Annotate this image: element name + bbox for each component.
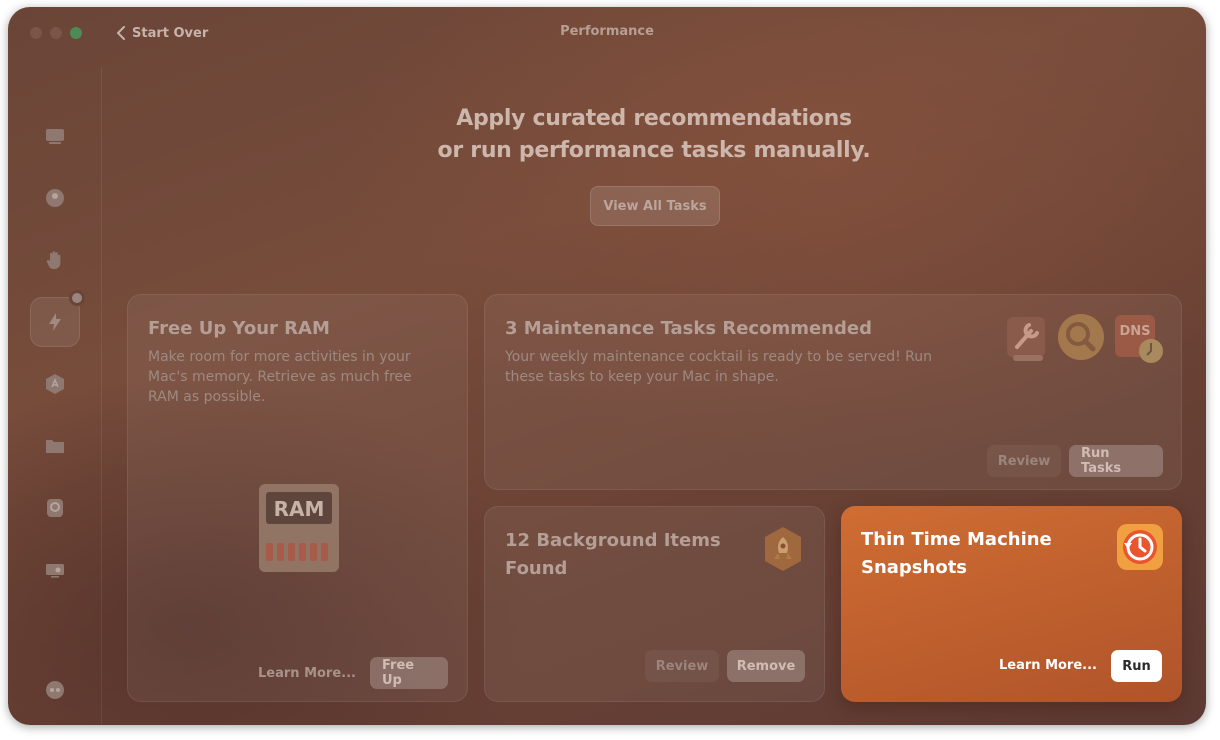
background-review-button[interactable]: Review xyxy=(645,650,719,682)
sidebar-item-cleanup[interactable] xyxy=(30,173,80,223)
hero-line-2: or run performance tasks manually. xyxy=(437,138,871,163)
dns-label: DNS xyxy=(1119,324,1150,339)
ram-chip-label: RAM xyxy=(274,497,325,521)
ram-card-title: Free Up Your RAM xyxy=(148,318,330,339)
lightning-icon xyxy=(49,313,61,331)
time-machine-title: Thin Time Machine Snapshots xyxy=(861,526,1052,582)
app-icon xyxy=(46,374,64,394)
sidebar-item-space-lens[interactable] xyxy=(30,483,80,533)
ram-desc-line: Make room for more activities in your xyxy=(148,349,411,365)
display-icon xyxy=(46,564,64,578)
free-up-ram-card: Free Up Your RAM Make room for more acti… xyxy=(127,294,468,702)
folder-icon xyxy=(46,440,64,453)
time-machine-title-line: Snapshots xyxy=(861,557,968,578)
assistant-icon xyxy=(46,681,64,699)
ram-learn-more-link[interactable]: Learn More... xyxy=(258,666,356,681)
status-dot xyxy=(69,290,85,306)
sidebar-item-my-clutter[interactable] xyxy=(30,421,80,471)
wrench-icon xyxy=(1007,317,1045,361)
maintenance-desc-line: these tasks to keep your Mac in shape. xyxy=(505,369,779,385)
sidebar-item-applications[interactable] xyxy=(30,359,80,409)
sidebar-item-performance[interactable] xyxy=(30,290,85,347)
sidebar xyxy=(8,67,102,725)
magnifier-icon xyxy=(1058,314,1104,360)
run-tasks-button[interactable]: Run Tasks xyxy=(1069,445,1163,477)
view-all-tasks-button[interactable]: View All Tasks xyxy=(590,186,720,226)
ram-desc-line: RAM as possible. xyxy=(148,389,266,405)
rocket-icon xyxy=(765,527,801,571)
run-button[interactable]: Run xyxy=(1111,650,1162,682)
hand-icon xyxy=(46,251,61,269)
maintenance-review-button[interactable]: Review xyxy=(987,445,1061,477)
maintenance-card-description: Your weekly maintenance cocktail is read… xyxy=(505,347,932,387)
ram-chip-icon: RAM xyxy=(259,484,339,572)
sidebar-item-cloud-cleanup[interactable] xyxy=(30,545,80,595)
background-title-line: 12 Background Items xyxy=(505,530,721,551)
maintenance-card-title: 3 Maintenance Tasks Recommended xyxy=(505,318,872,339)
search-icon xyxy=(47,499,63,517)
time-machine-icon xyxy=(1117,524,1163,570)
maintenance-card: 3 Maintenance Tasks Recommended Your wee… xyxy=(484,294,1182,490)
sidebar-item-assistant[interactable] xyxy=(30,665,80,715)
time-machine-title-line: Thin Time Machine xyxy=(861,529,1052,550)
background-items-card: 12 Background Items Found Review Remove xyxy=(484,506,825,702)
sidebar-item-protection[interactable] xyxy=(30,235,80,285)
hero-line-1: Apply curated recommendations xyxy=(456,106,852,131)
window-title: Performance xyxy=(560,24,654,39)
hero-heading: Apply curated recommendations or run per… xyxy=(102,103,1206,167)
background-title-line: Found xyxy=(505,558,568,579)
app-window: Start Over Performance Apply curated rec… xyxy=(8,7,1206,725)
time-machine-card: Thin Time Machine Snapshots Learn More..… xyxy=(841,506,1182,702)
ram-desc-line: Mac's memory. Retrieve as much free xyxy=(148,369,412,385)
sidebar-item-smart-care[interactable] xyxy=(30,111,80,161)
monitor-icon xyxy=(46,129,64,144)
free-up-button[interactable]: Free Up xyxy=(370,657,448,689)
maintenance-desc-line: Your weekly maintenance cocktail is read… xyxy=(505,349,932,365)
ram-card-description: Make room for more activities in your Ma… xyxy=(148,347,412,407)
remove-button[interactable]: Remove xyxy=(727,650,805,682)
dns-flush-icon: DNS xyxy=(1115,315,1163,363)
time-machine-learn-more-link[interactable]: Learn More... xyxy=(999,658,1097,673)
cleanup-icon xyxy=(46,189,64,207)
background-items-title: 12 Background Items Found xyxy=(505,527,721,583)
